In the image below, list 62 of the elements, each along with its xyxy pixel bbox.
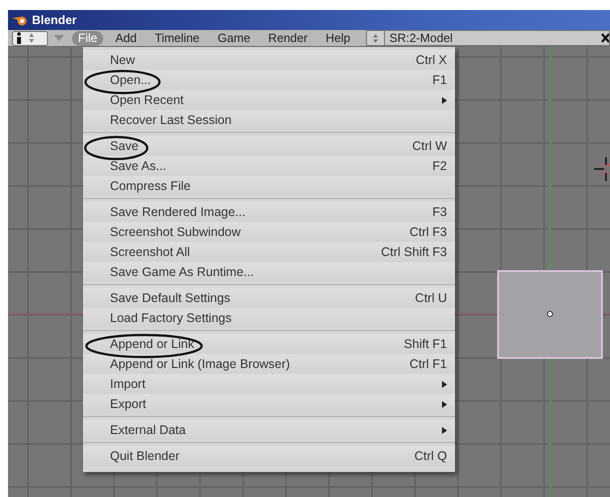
blender-logo-icon [12,14,28,26]
menu-item[interactable]: Recover Last Session [83,110,455,130]
menu-item[interactable]: Screenshot Subwindow Ctrl F3 [83,222,455,242]
menu-tab[interactable]: Timeline [148,30,206,46]
up-down-arrows-icon [29,33,34,43]
shortcut-label: F1 [432,73,447,87]
shortcut-label: Ctrl F3 [410,225,447,239]
info-icon [15,32,23,44]
shortcut-label: F2 [432,159,447,173]
shortcut-label: Ctrl X [416,53,447,67]
menu-item[interactable]: Import [83,374,455,394]
menu-item-label: Save Game As Runtime... [110,265,254,279]
menu-item[interactable]: Append or Link (Image Browser) Ctrl F1 [83,354,455,374]
menu-item-label: Save Default Settings [110,291,230,305]
shortcut-label: Ctrl Q [414,449,447,463]
menu-item-label: Save As... [110,159,166,173]
scene-name-field[interactable]: SR:2-Model [385,31,601,45]
menu-tab[interactable]: Help [320,30,356,46]
cursor-icon [594,157,610,181]
menu-item[interactable]: Open Recent [83,90,455,110]
menu-item-label: Screenshot All [110,245,190,259]
menu-item[interactable]: Screenshot All Ctrl Shift F3 [83,242,455,262]
scene-selector[interactable]: SR:2-Model [366,30,610,46]
menu-item-label: Screenshot Subwindow [110,225,241,239]
menu-item-label: Save Rendered Image... [110,205,246,219]
menu-item-label: External Data [110,423,186,437]
menu-item[interactable]: New Ctrl X [83,50,455,70]
menu-item[interactable]: Load Factory Settings [83,308,455,328]
scene-arrows-button[interactable] [367,31,386,45]
menu-item-label: Append or Link (Image Browser) [110,357,290,371]
menu-item-label: Recover Last Session [110,113,232,127]
menu-item-label: New [110,53,136,67]
menu-item[interactable]: Save Game As Runtime... [83,262,455,282]
menu-item-label: Import [110,377,146,391]
menu-item[interactable]: Save Rendered Image... F3 [83,202,455,222]
menu-item-label: Open... [110,73,151,87]
menu-item-label: Compress File [110,179,191,193]
menu-item[interactable]: Export [83,394,455,414]
menu-item-label: Export [110,397,146,411]
shortcut-label: F3 [432,205,447,219]
up-down-arrows-icon [373,34,378,42]
close-icon[interactable] [601,33,609,43]
menu-item[interactable]: Save As... F2 [83,156,455,176]
shortcut-label: Ctrl F1 [410,357,447,371]
editor-type-button[interactable] [12,30,48,46]
menu-item-label: Quit Blender [110,449,180,463]
menu-item[interactable]: Compress File [83,176,455,196]
menu-item[interactable]: Quit Blender Ctrl Q [83,446,455,466]
menu-tab[interactable]: Game [212,30,256,46]
window-title: Blender [32,13,77,27]
shortcut-label: Ctrl W [412,139,447,153]
menu-item-label: Append or Link [110,337,194,351]
menu-item-label: Load Factory Settings [110,311,232,325]
menu-item[interactable]: Save Default Settings Ctrl U [83,288,455,308]
menu-item-label: Open Recent [110,93,184,107]
menu-item-label: Save [110,139,138,153]
menu-item[interactable]: External Data [83,420,455,440]
shortcut-label: Shift F1 [404,337,447,351]
menu-tab[interactable]: Render [262,30,314,46]
menu-tab[interactable]: Add [109,30,143,46]
shortcut-label: Ctrl Shift F3 [381,245,447,259]
shortcut-label: Ctrl U [415,291,447,305]
